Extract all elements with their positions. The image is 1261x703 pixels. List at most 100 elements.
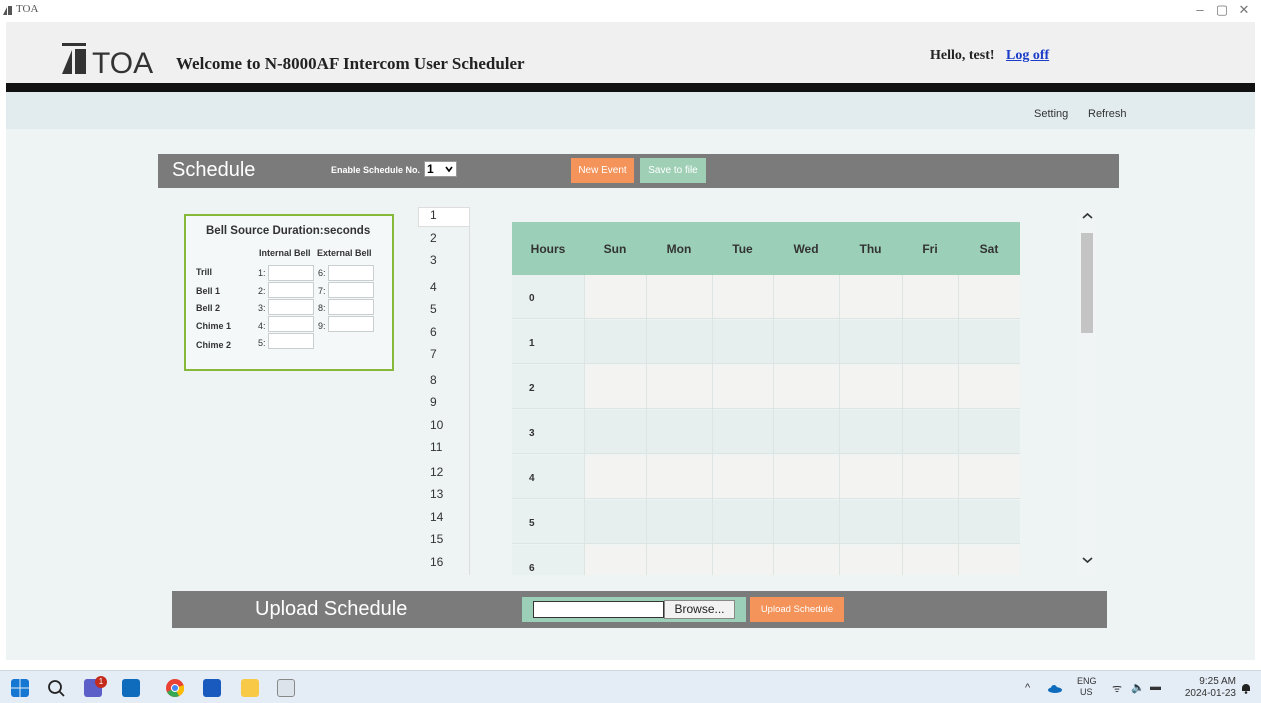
selected-schedule-number[interactable]	[418, 207, 470, 227]
save-to-file-button[interactable]: Save to file	[640, 158, 706, 183]
schedule-cell[interactable]	[646, 320, 712, 363]
document-app-icon[interactable]	[277, 679, 295, 697]
schedule-number-item[interactable]: 8	[430, 373, 437, 387]
external-bell-6-input[interactable]	[328, 265, 374, 281]
schedule-number-item[interactable]: 3	[430, 253, 437, 267]
schedule-cell[interactable]	[902, 320, 958, 363]
schedule-cell[interactable]	[646, 455, 712, 498]
schedule-cell[interactable]	[584, 365, 646, 408]
schedule-cell[interactable]	[902, 410, 958, 453]
clock-date[interactable]: 2024-01-23	[1175, 688, 1236, 699]
schedule-cell[interactable]	[712, 500, 773, 543]
outlook-icon[interactable]	[122, 679, 140, 697]
schedule-cell[interactable]	[712, 275, 773, 318]
schedule-cell[interactable]	[712, 410, 773, 453]
schedule-cell[interactable]	[646, 545, 712, 575]
schedule-cell[interactable]	[584, 545, 646, 575]
schedule-number-item[interactable]: 5	[430, 302, 437, 316]
schedule-cell[interactable]	[902, 275, 958, 318]
internal-bell-1-input[interactable]	[268, 265, 314, 281]
volume-icon[interactable]: 🔈	[1131, 681, 1145, 694]
schedule-cell[interactable]	[646, 500, 712, 543]
schedule-cell[interactable]	[902, 455, 958, 498]
schedule-cell[interactable]	[773, 455, 839, 498]
schedule-cell[interactable]	[839, 410, 902, 453]
language-indicator-top[interactable]: ENG	[1077, 676, 1097, 686]
schedule-number-item[interactable]: 12	[430, 465, 443, 479]
close-button[interactable]: ✕	[1234, 2, 1254, 18]
schedule-cell[interactable]	[839, 455, 902, 498]
schedule-number-item[interactable]: 6	[430, 325, 437, 339]
file-explorer-icon[interactable]	[241, 679, 259, 697]
internal-bell-5-input[interactable]	[268, 333, 314, 349]
refresh-link[interactable]: Refresh	[1088, 108, 1127, 120]
schedule-cell[interactable]	[958, 320, 1020, 363]
schedule-cell[interactable]	[958, 545, 1020, 575]
schedule-cell[interactable]	[902, 500, 958, 543]
schedule-cell[interactable]	[839, 365, 902, 408]
schedule-cell[interactable]	[584, 275, 646, 318]
schedule-number-item[interactable]: 7	[430, 347, 437, 361]
clock-time[interactable]: 9:25 AM	[1180, 676, 1236, 687]
chevron-up-icon[interactable]	[1081, 211, 1094, 221]
schedule-number-item[interactable]: 16	[430, 555, 443, 569]
upload-schedule-button[interactable]: Upload Schedule	[750, 597, 844, 622]
schedule-cell[interactable]	[584, 320, 646, 363]
schedule-number-item[interactable]: 4	[430, 280, 437, 294]
schedule-number-item[interactable]: 15	[430, 532, 443, 546]
schedule-cell[interactable]	[839, 545, 902, 575]
schedule-cell[interactable]	[712, 455, 773, 498]
scrollbar-thumb[interactable]	[1081, 233, 1093, 333]
browse-button[interactable]: Browse...	[664, 600, 735, 619]
schedule-cell[interactable]	[646, 275, 712, 318]
word-icon[interactable]	[203, 679, 221, 697]
minimize-button[interactable]: –	[1190, 2, 1210, 17]
schedule-cell[interactable]	[773, 545, 839, 575]
schedule-cell[interactable]	[773, 275, 839, 318]
maximize-button[interactable]: ▢	[1212, 2, 1232, 18]
tray-chevron-up-icon[interactable]: ^	[1025, 682, 1030, 694]
wifi-icon[interactable]: ᯤ	[1112, 681, 1122, 696]
internal-bell-3-input[interactable]	[268, 299, 314, 315]
schedule-number-item[interactable]: 9	[430, 395, 437, 409]
schedule-cell[interactable]	[902, 545, 958, 575]
schedule-cell[interactable]	[958, 410, 1020, 453]
schedule-cell[interactable]	[712, 320, 773, 363]
schedule-cell[interactable]	[839, 320, 902, 363]
schedule-cell[interactable]	[646, 410, 712, 453]
schedule-number-item[interactable]: 11	[430, 440, 442, 454]
external-bell-8-input[interactable]	[328, 299, 374, 315]
schedule-number-select[interactable]: 1	[424, 161, 457, 177]
schedule-cell[interactable]	[584, 500, 646, 543]
schedule-cell[interactable]	[958, 500, 1020, 543]
schedule-cell[interactable]	[584, 410, 646, 453]
schedule-cell[interactable]	[839, 500, 902, 543]
new-event-button[interactable]: New Event	[571, 158, 634, 183]
schedule-number-item[interactable]: 10	[430, 418, 443, 432]
schedule-cell[interactable]	[584, 455, 646, 498]
notification-bell-icon[interactable]	[1240, 682, 1252, 694]
windows-start-icon[interactable]	[11, 679, 29, 697]
schedule-number-item[interactable]: 14	[430, 510, 443, 524]
logoff-link[interactable]: Log off	[1006, 48, 1049, 64]
schedule-cell[interactable]	[646, 365, 712, 408]
file-path-input[interactable]	[533, 601, 664, 618]
internal-bell-2-input[interactable]	[268, 282, 314, 298]
language-indicator-bottom[interactable]: US	[1080, 687, 1093, 697]
schedule-cell[interactable]	[773, 410, 839, 453]
schedule-cell[interactable]	[773, 365, 839, 408]
schedule-cell[interactable]	[712, 545, 773, 575]
schedule-cell[interactable]	[839, 275, 902, 318]
schedule-cell[interactable]	[712, 365, 773, 408]
external-bell-9-input[interactable]	[328, 316, 374, 332]
schedule-cell[interactable]	[773, 320, 839, 363]
chevron-down-icon[interactable]	[1081, 555, 1094, 565]
schedule-number-item[interactable]: 1	[430, 208, 437, 222]
external-bell-7-input[interactable]	[328, 282, 374, 298]
schedule-cell[interactable]	[773, 500, 839, 543]
schedule-cell[interactable]	[958, 365, 1020, 408]
schedule-number-item[interactable]: 2	[430, 231, 437, 245]
schedule-cell[interactable]	[958, 275, 1020, 318]
battery-icon[interactable]: ▬	[1150, 681, 1161, 693]
chrome-icon[interactable]	[166, 679, 184, 697]
